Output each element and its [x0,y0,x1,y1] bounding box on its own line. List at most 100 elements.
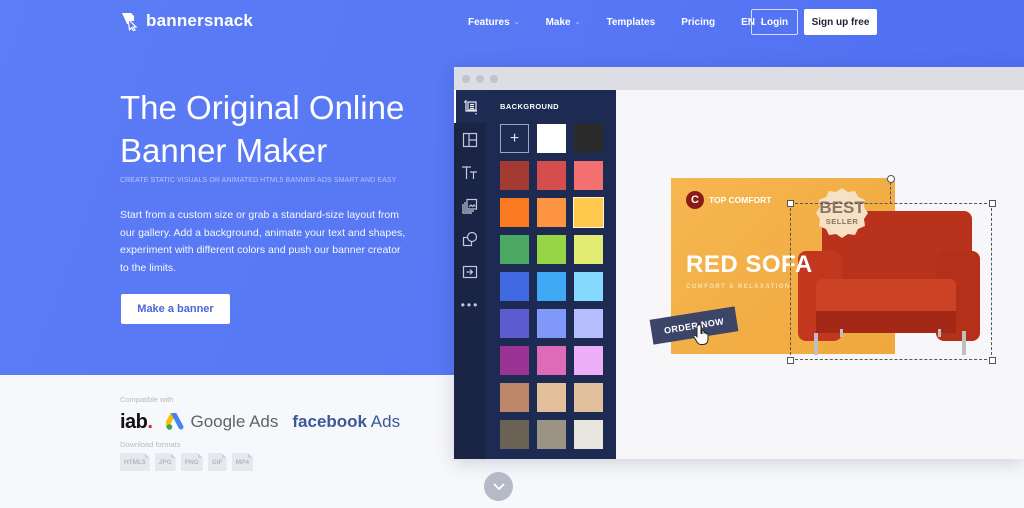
background-icon [464,99,477,114]
nav-pricing-label: Pricing [681,16,716,28]
color-swatch[interactable] [574,124,603,153]
shapes-tool[interactable] [454,222,486,255]
format-png: PNG [181,453,203,471]
resize-handle-bottom-right[interactable] [989,357,996,364]
color-swatch[interactable] [574,346,603,375]
chevron-down-icon [492,482,505,490]
editor-window: ••• BACKGROUND + C TOP COMFORT RED SOFA … [454,67,1024,459]
badge-bottom-text: SELLER [825,217,859,226]
format-html5: HTML5 [120,453,150,471]
rotate-handle[interactable] [887,175,895,183]
window-dot [490,74,498,83]
swatch-grid: + [500,124,604,449]
more-tool[interactable]: ••• [454,288,486,321]
signup-button[interactable]: Sign up free [804,9,877,35]
text-tool[interactable] [454,156,486,189]
hand-cursor-icon [694,323,709,345]
banner-headline[interactable]: RED SOFA [686,251,813,279]
color-swatch[interactable] [500,235,529,264]
window-titlebar [454,67,1024,90]
brand-logo[interactable]: bannersnack [120,11,254,32]
chevron-down-icon: ⌄ [513,19,520,26]
shapes-icon [462,231,478,246]
rotate-guide [890,182,891,204]
media-tool[interactable] [454,189,486,222]
facebook-ads-logo: facebook Ads [292,412,400,432]
color-swatch[interactable] [537,272,566,301]
text-icon [462,165,477,179]
color-swatch[interactable] [500,198,529,227]
nav-make[interactable]: Make ⌄ [546,17,581,28]
color-swatch[interactable] [574,420,603,449]
color-swatch[interactable] [537,420,566,449]
resize-handle-top-right[interactable] [989,200,996,207]
tool-rail: ••• [454,90,486,459]
iab-text: iab [120,410,148,433]
brand-initial-logo: C [686,191,704,209]
format-jpg: JPG [155,453,176,471]
add-color-button[interactable]: + [500,124,529,153]
facebook-ads-text: Ads [367,412,401,431]
color-swatch[interactable] [500,272,529,301]
nav-features-label: Features [468,16,510,28]
color-swatch[interactable] [500,383,529,412]
export-tool[interactable] [454,255,486,288]
login-button[interactable]: Login [751,9,798,35]
best-seller-badge[interactable]: BEST SELLER [811,186,873,248]
google-ads-logo: Google Ads [166,412,278,432]
layout-icon [462,132,478,147]
partner-logos: iab. Google Ads facebook Ads [120,410,400,434]
resize-handle-top-left[interactable] [787,200,794,207]
format-gif: GIF [208,453,227,471]
background-panel: BACKGROUND + [486,90,616,459]
color-swatch[interactable] [537,198,566,227]
scroll-down-button[interactable] [484,472,513,501]
color-swatch[interactable] [574,383,603,412]
color-swatch[interactable] [537,383,566,412]
compatible-label: Compatible with [120,395,174,404]
color-swatch[interactable] [574,272,603,301]
iab-logo: iab. [120,410,153,434]
page-title: The Original Online Banner Maker [120,89,405,169]
brand-block: C TOP COMFORT [686,191,772,209]
nav-pricing[interactable]: Pricing [681,17,715,28]
color-swatch[interactable] [537,161,566,190]
color-swatch[interactable] [500,309,529,338]
color-swatch[interactable] [574,161,603,190]
google-ads-text: Google Ads [190,412,279,431]
google-ads-icon [166,413,184,430]
banner-tagline[interactable]: COMFORT & RELAXATION [686,284,791,290]
color-swatch[interactable] [573,197,604,228]
nav-make-label: Make [545,16,571,28]
color-swatch[interactable] [537,124,566,153]
chevron-down-icon: ⌄ [574,19,581,26]
main-nav: Features ⌄ Make ⌄ Templates Pricing EN ⌄ [468,9,791,35]
nav-templates[interactable]: Templates [606,17,655,28]
color-swatch[interactable] [574,235,603,264]
color-swatch[interactable] [537,346,566,375]
color-swatch[interactable] [537,309,566,338]
panel-title: BACKGROUND [500,102,559,111]
make-banner-button[interactable]: Make a banner [121,294,230,324]
brand-name: bannersnack [146,11,254,30]
format-mp4: MP4 [232,453,253,471]
image-icon [462,198,478,214]
design-canvas[interactable]: C TOP COMFORT RED SOFA COMFORT & RELAXAT… [616,90,1024,459]
cursor-logo-icon [120,11,140,32]
color-swatch[interactable] [537,235,566,264]
hero-subtitle: CREATE STATIC VISUALS OR ANIMATED HTML5 … [120,177,397,184]
iab-dot: . [147,410,153,433]
color-swatch[interactable] [574,309,603,338]
color-swatch[interactable] [500,420,529,449]
more-icon: ••• [460,297,480,312]
nav-templates-label: Templates [606,16,656,28]
brand-text: TOP COMFORT [709,195,772,205]
resize-handle-bottom-left[interactable] [787,357,794,364]
nav-features[interactable]: Features ⌄ [468,17,520,28]
layout-tool[interactable] [454,123,486,156]
background-tool[interactable] [454,90,486,123]
badge-top-text: BEST [819,198,865,217]
color-swatch[interactable] [500,161,529,190]
format-list: HTML5 JPG PNG GIF MP4 [120,453,258,471]
color-swatch[interactable] [500,346,529,375]
